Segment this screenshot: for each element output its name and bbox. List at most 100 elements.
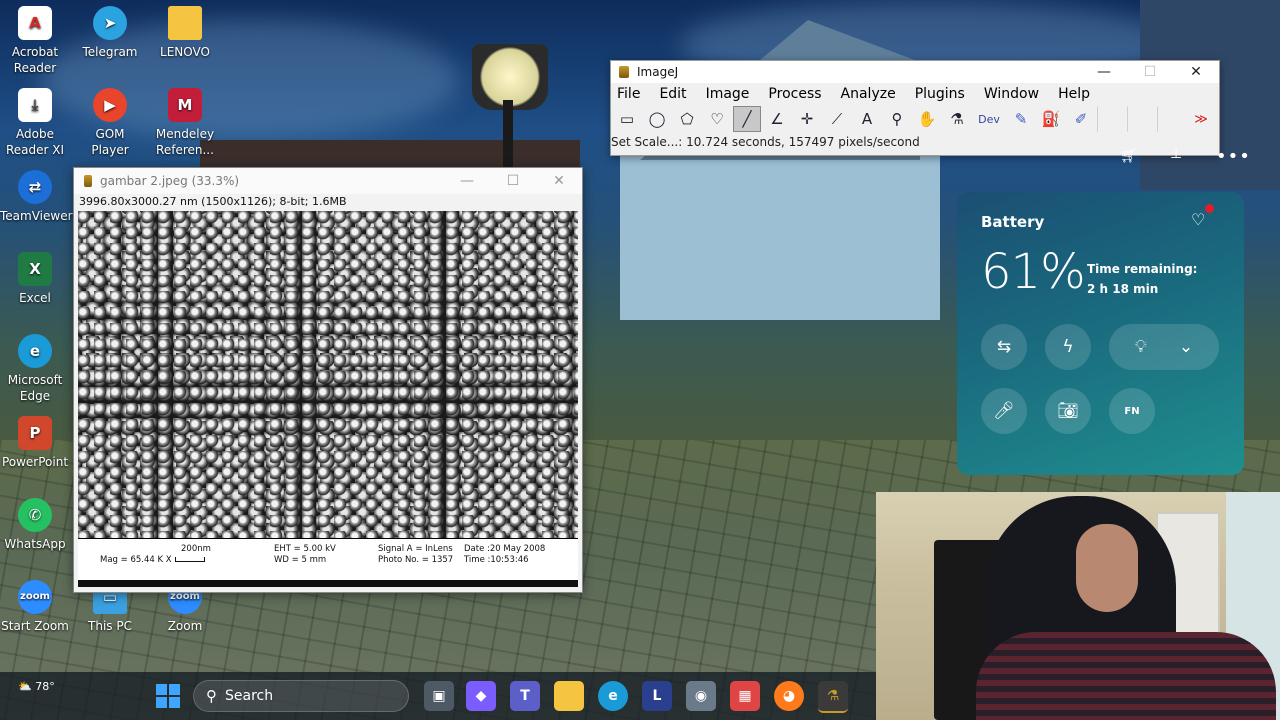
maximize-icon[interactable]: ☐ [1127,64,1173,80]
microphone-button[interactable]: 🎤︎ [981,388,1027,434]
maximize-icon[interactable]: ☐ [490,173,536,189]
desktop-icon-adobe-reader-xi[interactable]: ⤓ Adobe Reader XI [0,88,70,158]
brush-tool-icon[interactable]: ✎ [1007,106,1035,132]
lightning-icon: ϟ [1062,337,1074,357]
fn-lock-button[interactable]: FN [1109,388,1155,434]
imagej-menubar: File Edit Image Process Analyze Plugins … [611,83,1219,105]
desktop-icon-mendeley[interactable]: M Mendeley Referen... [150,88,220,158]
dev-menu-button[interactable]: Dev [973,106,1005,132]
desktop-icon-whatsapp[interactable]: ✆ WhatsApp [0,498,70,552]
sem-wd: WD = 5 mm [274,555,327,565]
desktop-icon-label: Zoom [167,619,203,633]
start-button[interactable] [156,684,180,708]
sem-date: Date :20 May 2008 [464,544,546,554]
flood-fill-tool-icon[interactable]: ⛽ [1037,106,1065,132]
chevron-down-icon[interactable]: ⌄ [1179,337,1193,357]
firefox-icon[interactable]: ◕ [774,681,804,711]
sem-nanoparticle-image[interactable] [78,211,578,538]
menu-file[interactable]: File [617,86,648,102]
desktop-icon-gom-player[interactable]: ▶ GOM Player [75,88,145,158]
desktop-icon-powerpoint[interactable]: P PowerPoint [0,416,70,470]
webcam-overlay [876,492,1280,720]
battery-flyout: Battery ♡ 61% Time remaining: 2 h 18 min… [957,192,1244,475]
menu-help[interactable]: Help [1058,86,1098,102]
desktop-icon-microsoft-edge[interactable]: e Microsoft Edge [0,334,70,404]
empty-tool-slot[interactable] [1157,106,1185,132]
task-view-icon[interactable]: ▣ [424,681,454,711]
dropper-tool-icon[interactable]: ⚗ [943,106,971,132]
desktop-icon-label: PowerPoint [1,455,69,469]
line-tool-icon[interactable]: ╱ [733,106,761,132]
sem-info-panel: 200nm Mag = 65.44 K X EHT = 5.00 kV WD =… [78,538,578,580]
pencil-tool-icon[interactable]: ✐ [1067,106,1095,132]
battery-health-icon[interactable]: ♡ [1191,210,1209,229]
battery-saver-button[interactable]: ⇆ [981,324,1027,370]
close-icon[interactable]: ✕ [536,173,582,189]
menu-window[interactable]: Window [984,86,1047,102]
whatsapp-icon: ✆ [18,498,52,532]
more-tools-icon[interactable]: ≫ [1187,106,1215,132]
menu-edit[interactable]: Edit [659,86,694,102]
image-info: 3996.80x3000.27 nm (1500x1126); 8-bit; 1… [79,195,347,208]
imagej-icon[interactable]: ⚗ [818,681,848,713]
charging-button[interactable]: ϟ [1045,324,1091,370]
menu-image[interactable]: Image [706,86,758,102]
bulb-icon: 💡︎ [1134,337,1147,357]
empty-tool-slot[interactable] [1127,106,1155,132]
search-placeholder: Search [225,688,274,704]
magnifier-tool-icon[interactable]: ⚲ [883,106,911,132]
l-app-icon[interactable]: L [642,681,672,711]
menu-analyze[interactable]: Analyze [841,86,904,102]
text-tool-icon[interactable]: A [853,106,881,132]
mendeley-icon: M [168,88,202,122]
empty-tool-slot[interactable] [1097,106,1125,132]
weather-temp: 78° [35,680,55,693]
minimize-icon[interactable]: — [444,173,490,189]
oval-tool-icon[interactable]: ◯ [643,106,671,132]
notification-dot [1205,204,1214,213]
sem-image-canvas[interactable]: 200nm Mag = 65.44 K X EHT = 5.00 kV WD =… [78,211,578,587]
freehand-tool-icon[interactable]: ♡ [703,106,731,132]
desktop-icon-excel[interactable]: X Excel [0,252,70,306]
imagej-title: ImageJ [637,65,679,79]
rectangle-tool-icon[interactable]: ▭ [613,106,641,132]
imagej-titlebar[interactable]: ImageJ — ☐ ✕ [611,61,1219,83]
file-explorer-icon[interactable] [554,681,584,711]
desktop-icon-acrobat-reader[interactable]: A Acrobat Reader [0,6,70,76]
power-mode-button[interactable]: 💡︎ ⌄ [1109,324,1219,370]
more-options-icon[interactable]: ••• [1216,146,1251,167]
desktop-icon-label: Start Zoom [1,619,69,633]
menu-plugins[interactable]: Plugins [915,86,973,102]
weather-widget[interactable]: ⛅ 78° [18,680,55,693]
image-window-titlebar[interactable]: gambar 2.jpeg (33.3%) — ☐ ✕ [74,168,582,194]
teams-icon[interactable]: T [510,681,540,711]
copilot-icon[interactable]: ◆ [466,681,496,711]
person-shirt [976,632,1276,720]
camera-icon[interactable]: ◉ [686,681,716,711]
sem-mag-value: Mag = 65.44 K X [100,555,172,565]
desktop-icon-teamviewer[interactable]: ⇄ TeamViewer [0,170,73,224]
taskbar-search[interactable]: ⚲ Search [193,680,409,712]
edge-icon[interactable]: e [598,681,628,711]
desktop-icon-lenovo[interactable]: LENOVO [150,6,220,60]
desktop-icon-label: Excel [19,291,51,305]
angle-tool-icon[interactable]: ∠ [763,106,791,132]
minimize-icon[interactable]: — [1081,64,1127,80]
powerpoint-icon: P [18,416,52,450]
pin-icon[interactable]: ⊥ [1170,146,1182,162]
house [620,150,940,320]
close-icon[interactable]: ✕ [1173,64,1219,80]
cart-icon[interactable]: 🛒︎ [1120,148,1138,164]
polygon-tool-icon[interactable]: ⬠ [673,106,701,132]
zoom-icon: zoom [18,580,52,614]
hand-tool-icon[interactable]: ✋ [913,106,941,132]
store-icon[interactable]: ▦ [730,681,760,711]
menu-process[interactable]: Process [768,86,829,102]
camera-button[interactable]: 📷︎ [1045,388,1091,434]
desktop-icon-telegram[interactable]: ➤ Telegram [75,6,145,60]
desktop-icon-label: Mendeley Referen... [155,127,215,157]
point-tool-icon[interactable]: ✛ [793,106,821,132]
desktop-icon-start-zoom[interactable]: zoom Start Zoom [0,580,70,634]
adobe-reader-icon: ⤓ [18,88,52,122]
wand-tool-icon[interactable]: ⟋ [823,106,851,132]
